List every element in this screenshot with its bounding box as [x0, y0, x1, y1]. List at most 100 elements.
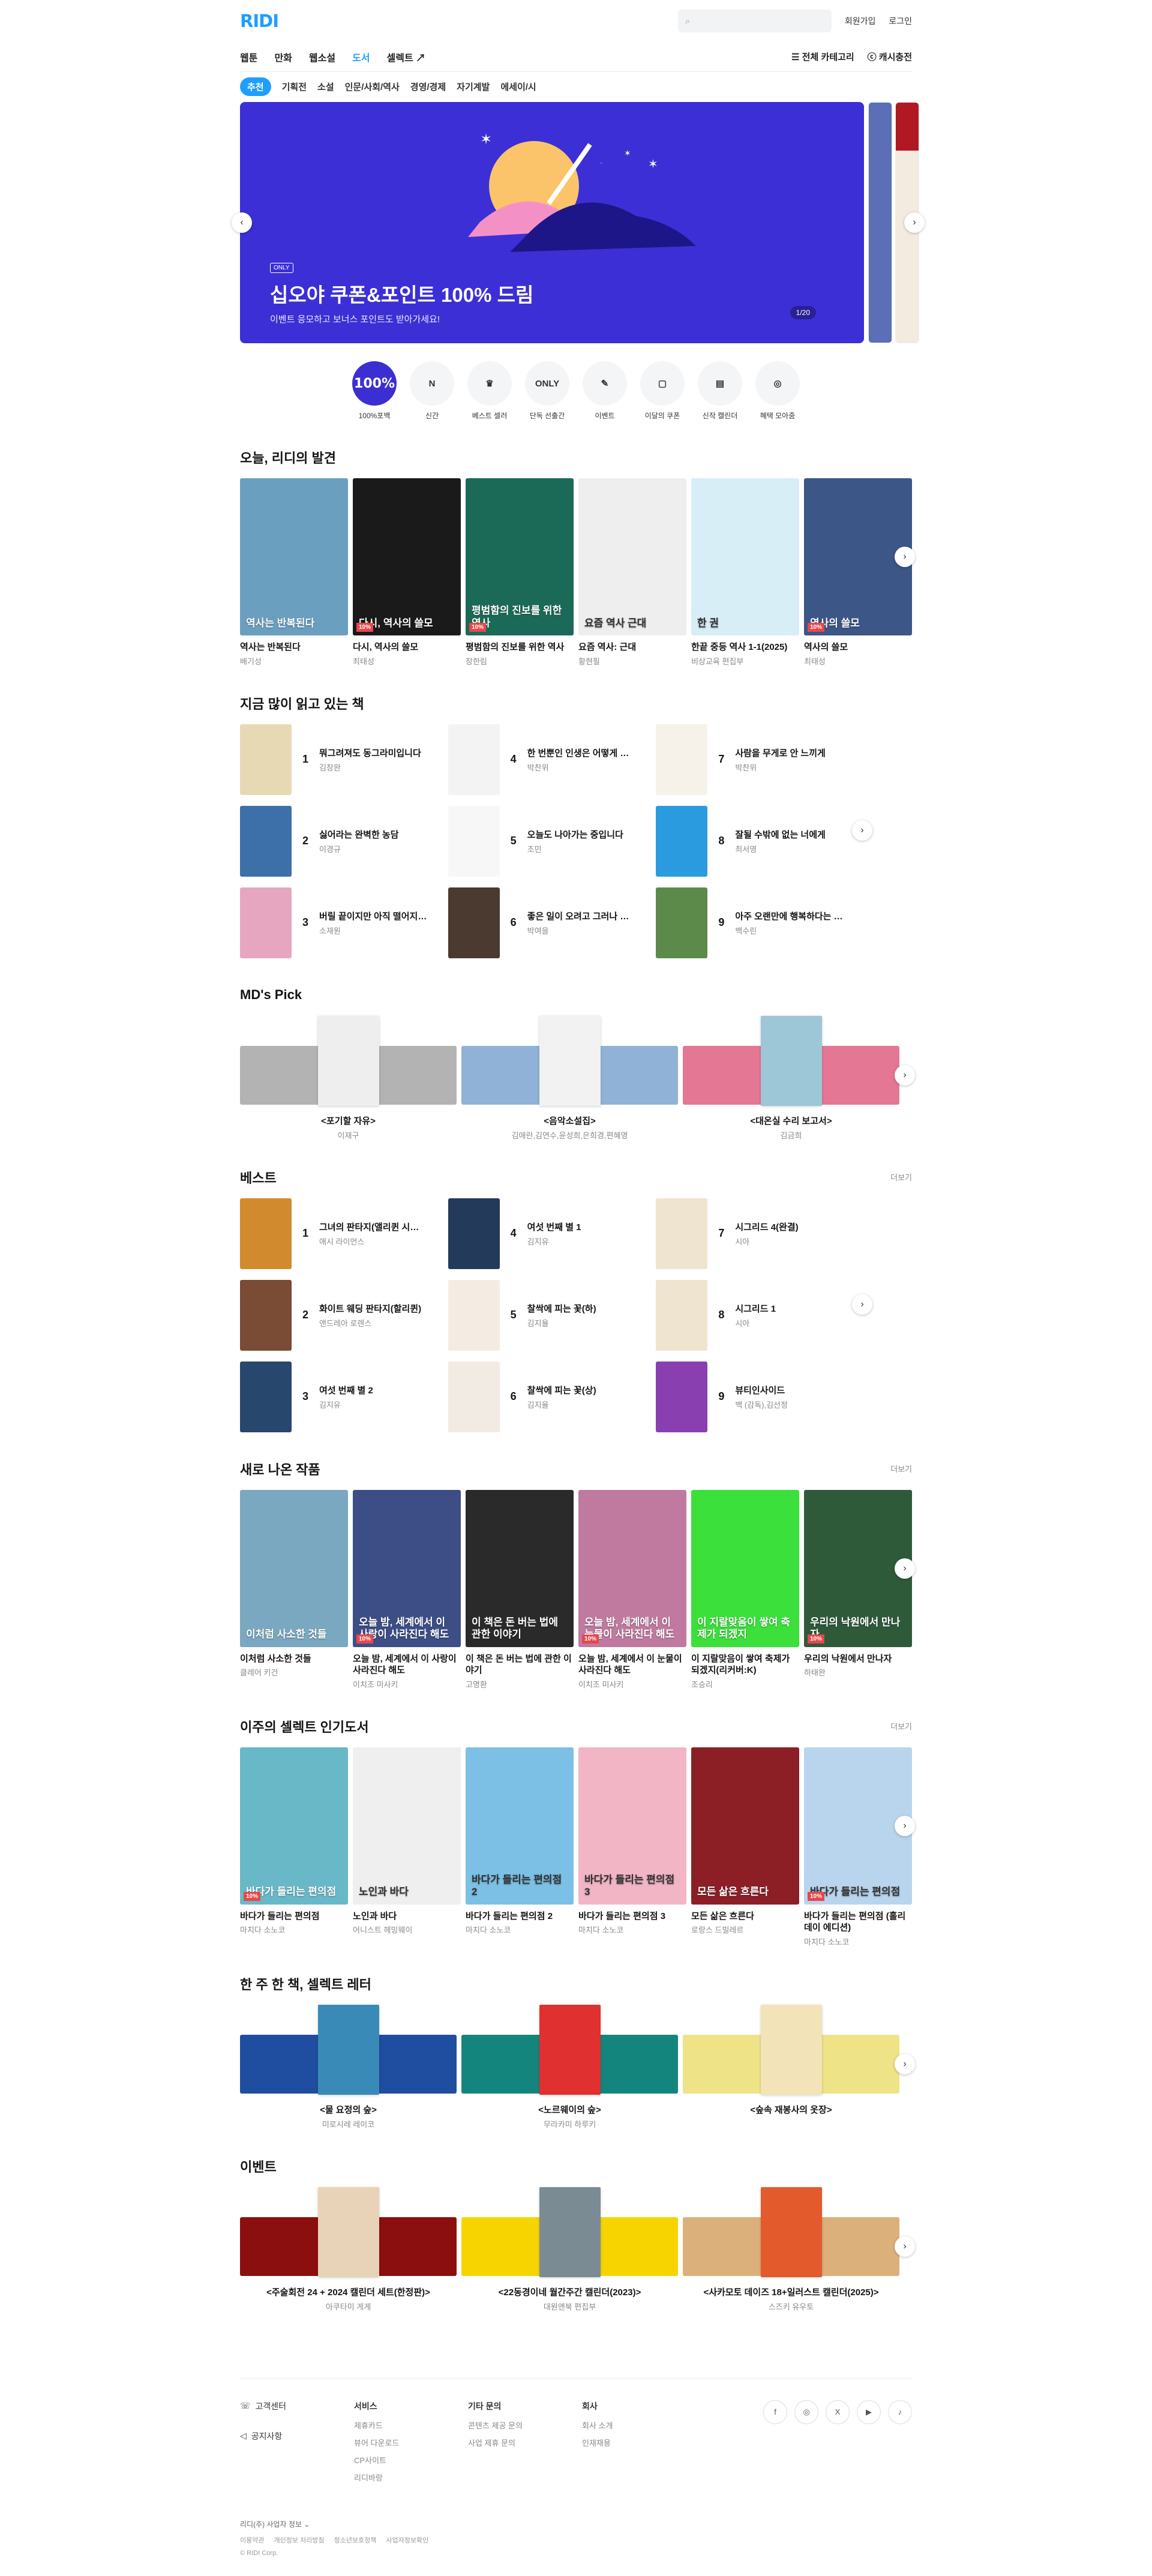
book-author[interactable]: 김지율 [527, 1317, 635, 1329]
feature-title[interactable]: <주술회전 24 + 2024 캘린더 세트(한정판)> [240, 2286, 457, 2298]
ranking-item[interactable]: 1 뭐그려져도 동그라미입니다 김창완 [240, 724, 448, 795]
book-card[interactable]: 노인과 바다 노인과 바다 어니스트 헤밍웨이 [353, 1747, 461, 1947]
feature-visual[interactable] [240, 1015, 457, 1106]
book-cover[interactable] [656, 1279, 708, 1351]
carousel-next-arrow[interactable]: › [895, 2053, 915, 2074]
book-author[interactable]: 최태성 [804, 655, 912, 667]
book-title[interactable]: 이처럼 사소한 것들 [240, 1653, 348, 1665]
ranking-item[interactable]: 2 싫어라는 완벽한 농담 이경규 [240, 805, 448, 877]
book-cover[interactable]: 이 책은 돈 버는 법에 관한 이야기 [466, 1489, 574, 1647]
footer-link[interactable]: 사업 제휴 문의 [468, 2437, 582, 2448]
book-title[interactable]: 오늘도 나아가는 중입니다 [527, 828, 635, 841]
quick-menu-item[interactable]: ✎ 이벤트 [583, 361, 627, 421]
ranking-item[interactable]: 7 시그리드 4(완결) 시아 [656, 1198, 864, 1269]
book-author[interactable]: 조승리 [691, 1678, 799, 1690]
book-author[interactable]: 이경규 [319, 843, 427, 854]
feature-visual[interactable] [683, 2187, 899, 2277]
book-cover[interactable]: 바다가 들리는 편의점 10% [240, 1747, 348, 1905]
banner-prev-arrow[interactable]: ‹ [232, 212, 252, 233]
ranking-item[interactable]: 6 찰싹에 피는 꽃(상) 김지율 [448, 1361, 656, 1432]
book-cover[interactable]: 오늘 밤, 세계에서 이 사랑이 사라진다 해도 10% [353, 1489, 461, 1647]
book-author[interactable]: 마치다 소노코 [804, 1936, 912, 1947]
legal-link[interactable]: 사업자정보확인 [386, 2535, 428, 2545]
ranking-item[interactable]: 5 오늘도 나아가는 중입니다 조민 [448, 805, 656, 877]
subtab-business[interactable]: 경영/경제 [410, 80, 446, 93]
feature-card[interactable]: <숲속 재봉사의 옷장> [683, 2004, 899, 2130]
footer-link[interactable]: CP사이트 [354, 2454, 468, 2466]
book-card[interactable]: 오늘 밤, 세계에서 이 사랑이 사라진다 해도 10% 오늘 밤, 세계에서 이 … [353, 1489, 461, 1690]
book-title[interactable]: 한끝 중등 역사 1-1(2025) [691, 641, 799, 653]
book-title[interactable]: 한 번뿐인 인생은 어떻게 살까 [527, 746, 635, 759]
feature-visual[interactable] [461, 2004, 678, 2095]
ranking-item[interactable]: 1 그녀의 판타지(앨리퀸 시리즈) 애시 라이언스 [240, 1198, 448, 1269]
book-title[interactable]: 우리의 낙원에서 만나자 [804, 1653, 912, 1665]
book-card[interactable]: 이 지랄맞음이 쌓여 축제가 되겠지 이 지랄맞음이 쌓여 축제가 되겠지(리커버… [691, 1489, 799, 1690]
banner-next-arrow[interactable]: › [904, 212, 925, 233]
footer-link[interactable]: 뷰어 다운로드 [354, 2437, 468, 2448]
book-cover[interactable] [448, 1198, 500, 1269]
book-title[interactable]: 바다가 들리는 편의점 [240, 1911, 348, 1923]
feature-card[interactable]: <음악소설집> 김애란,김연수,윤성희,은희경,편혜영 [461, 1015, 678, 1141]
book-author[interactable]: 어니스트 헤밍웨이 [353, 1924, 461, 1935]
book-card[interactable]: 바다가 들리는 편의점 10% 바다가 들리는 편의점 마치다 소노코 [240, 1747, 348, 1947]
book-title[interactable]: 아주 오랜만에 행복하다는 느낌 [735, 910, 843, 922]
instagram-icon[interactable]: ◎ [794, 2400, 818, 2424]
book-author[interactable]: 클레어 키건 [240, 1666, 348, 1678]
feature-card[interactable]: <노르웨이의 숲> 무라카미 하루키 [461, 2004, 678, 2130]
book-cover[interactable]: 평범함의 진보를 위한 역사10% [466, 478, 574, 635]
ranking-item[interactable]: 3 여섯 번째 별 2 김지유 [240, 1361, 448, 1432]
book-author[interactable]: 박찬위 [527, 761, 635, 773]
book-cover[interactable]: 노인과 바다 [353, 1747, 461, 1905]
more-link[interactable]: 더보기 [890, 1171, 912, 1183]
book-card[interactable]: 오늘 밤, 세계에서 이 눈물이 사라진다 해도 10% 오늘 밤, 세계에서 이 … [578, 1489, 686, 1690]
subtab-special[interactable]: 기획전 [282, 80, 307, 93]
quick-menu-item[interactable]: ▤ 신작 캘린더 [698, 361, 742, 421]
book-author[interactable]: 시아 [735, 1235, 843, 1247]
legal-link[interactable]: 개인정보 처리방침 [274, 2535, 324, 2545]
feature-card[interactable]: <22동경이네 월간주간 캘린더(2023)> 대원앤북 편집부 [461, 2187, 678, 2312]
book-title[interactable]: 화이트 웨딩 판타지(할리퀸) [319, 1302, 427, 1315]
book-cover[interactable] [240, 724, 292, 795]
book-cover[interactable] [240, 1361, 292, 1432]
search-box[interactable]: ⌕ [677, 10, 832, 32]
notice-link[interactable]: ◁ 공지사항 [240, 2430, 354, 2442]
book-author[interactable]: 박여을 [527, 925, 635, 936]
ranking-item[interactable]: 8 시그리드 1 시아 [656, 1279, 864, 1351]
feature-visual[interactable] [683, 1015, 899, 1106]
book-author[interactable]: 마치다 소노코 [578, 1924, 686, 1935]
youtube-icon[interactable]: ▶ [857, 2400, 881, 2424]
feature-title[interactable]: <22동경이네 월간주간 캘린더(2023)> [461, 2286, 678, 2298]
book-author[interactable]: 김창완 [319, 761, 427, 773]
book-cover[interactable] [448, 1279, 500, 1351]
book-author[interactable]: 백수린 [735, 925, 843, 936]
book-cover[interactable] [656, 724, 708, 795]
subtab-humanities[interactable]: 인문/사회/역사 [345, 80, 400, 93]
book-author[interactable]: 김지유 [527, 1235, 635, 1247]
carousel-next-arrow[interactable]: › [895, 547, 915, 567]
more-link[interactable]: 더보기 [890, 1463, 912, 1474]
book-title[interactable]: 요즘 역사: 근대 [578, 641, 686, 653]
ranking-item[interactable]: 3 버릴 끝이지만 아직 떨어지지 않았다소재원 [240, 887, 448, 958]
book-card[interactable]: 역사의 쓸모 10% 역사의 쓸모 최태성 [804, 478, 912, 667]
book-title[interactable]: 시그리드 4(완결) [735, 1220, 843, 1233]
book-cover[interactable]: 바다가 들리는 편의점 2 [466, 1747, 574, 1905]
book-author[interactable]: 마치다 소노코 [240, 1924, 348, 1935]
book-author[interactable]: 마치다 소노코 [466, 1924, 574, 1935]
book-cover[interactable] [240, 1198, 292, 1269]
quick-menu-item[interactable]: ▢ 이달의 쿠폰 [640, 361, 685, 421]
feature-title[interactable]: <숲속 재봉사의 옷장> [683, 2103, 899, 2116]
book-author[interactable]: 비상교육 편집부 [691, 655, 799, 667]
book-title[interactable]: 이 지랄맞음이 쌓여 축제가 되겠지(리커버:K) [691, 1653, 799, 1677]
legal-link[interactable]: 청소년보호정책 [334, 2535, 377, 2545]
book-title[interactable]: 그녀의 판타지(앨리퀸 시리즈) [319, 1220, 427, 1233]
book-title[interactable]: 여섯 번째 별 1 [527, 1220, 635, 1233]
book-cover[interactable]: 이처럼 사소한 것들 [240, 1489, 348, 1647]
book-author[interactable]: 백 (감독),김선정 [735, 1399, 843, 1410]
book-title[interactable]: 잘될 수밖에 없는 너에게 [735, 828, 843, 841]
book-title[interactable]: 오늘 밤, 세계에서 이 사랑이 사라진다 해도 [353, 1653, 461, 1677]
book-title[interactable]: 다시, 역사의 쓸모 [353, 641, 461, 653]
ranking-item[interactable]: 4 한 번뿐인 인생은 어떻게 살까 박찬위 [448, 724, 656, 795]
book-title[interactable]: 버릴 끝이지만 아직 떨어지지 않았다 [319, 910, 427, 922]
feature-card[interactable]: <포기할 자유> 이재구 [240, 1015, 457, 1141]
book-title[interactable]: 싫어라는 완벽한 농담 [319, 828, 427, 841]
